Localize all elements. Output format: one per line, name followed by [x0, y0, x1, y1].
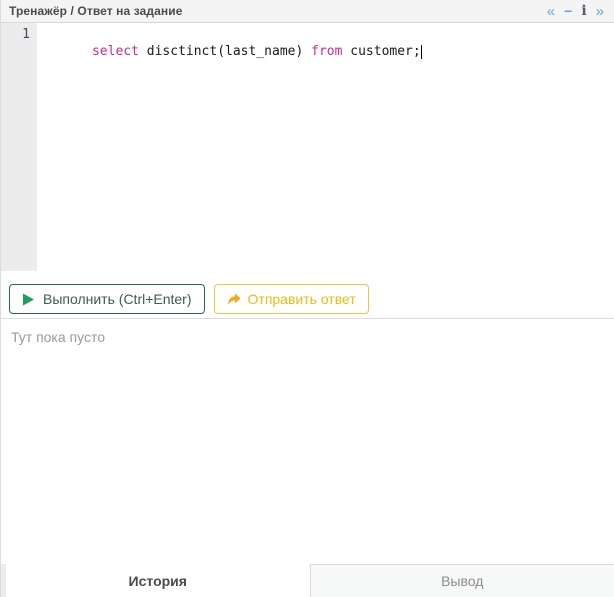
line-number: 1	[22, 27, 30, 42]
bottom-tabbar: История Вывод	[1, 564, 614, 597]
action-toolbar: Выполнить (Ctrl+Enter) Отправить ответ	[1, 271, 614, 318]
minimize-icon[interactable]: −	[564, 4, 572, 18]
header-icons: « − i »	[547, 4, 604, 19]
play-icon	[22, 293, 35, 306]
text-cursor	[421, 45, 422, 59]
run-button[interactable]: Выполнить (Ctrl+Enter)	[9, 284, 205, 314]
code-token-plain: customer;	[342, 44, 420, 59]
result-placeholder-text: Тут пока пусто	[11, 329, 604, 345]
tab-history[interactable]: История	[6, 564, 310, 597]
editor-gutter: 1	[1, 23, 37, 271]
tab-output[interactable]: Вывод	[310, 564, 614, 597]
run-button-label: Выполнить (Ctrl+Enter)	[43, 291, 192, 307]
submit-button-label: Отправить ответ	[248, 291, 356, 307]
collapse-right-icon[interactable]: »	[596, 4, 604, 19]
header-bar: Тренажёр / Ответ на задание « − i »	[1, 0, 614, 23]
submit-answer-button[interactable]: Отправить ответ	[214, 284, 369, 314]
tab-history-label: История	[129, 573, 187, 589]
forward-arrow-icon	[227, 293, 240, 306]
code-token-plain: disctinct(last_name)	[139, 44, 311, 59]
code-token-keyword: select	[92, 44, 139, 59]
info-icon[interactable]: i	[581, 4, 586, 18]
code-editor[interactable]: 1 select disctinct(last_name) from custo…	[1, 23, 614, 271]
page-title: Тренажёр / Ответ на задание	[9, 4, 183, 18]
collapse-left-icon[interactable]: «	[547, 4, 555, 19]
code-area[interactable]: select disctinct(last_name) from custome…	[37, 23, 614, 271]
sql-trainer-panel: Тренажёр / Ответ на задание « − i » 1 se…	[0, 0, 614, 597]
code-token-keyword: from	[311, 44, 342, 59]
tab-output-label: Вывод	[441, 573, 483, 589]
result-pane: Тут пока пусто	[1, 318, 614, 564]
